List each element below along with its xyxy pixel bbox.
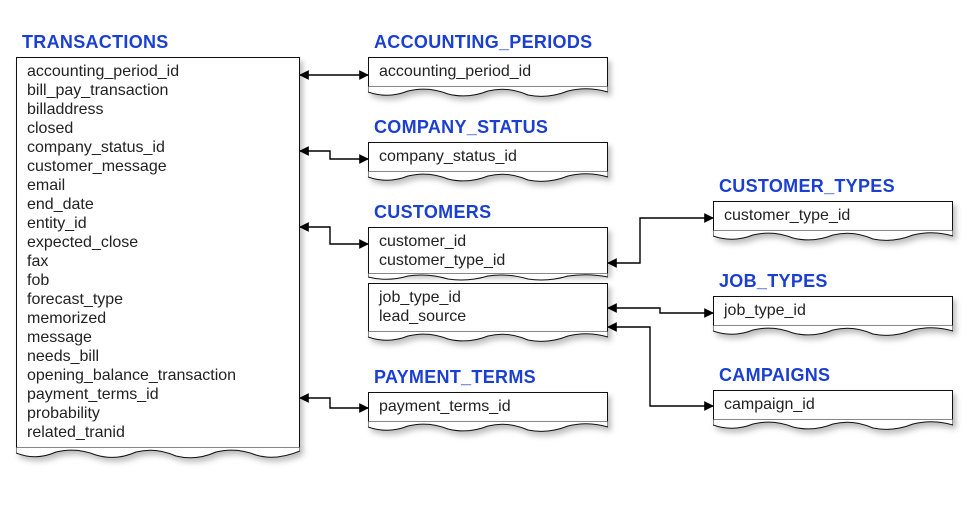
column-list: accounting_period_id bbox=[368, 57, 608, 87]
column-item: fob bbox=[27, 271, 289, 290]
table-payment-terms: PAYMENT_TERMS payment_terms_id bbox=[368, 365, 608, 435]
torn-edge-icon bbox=[368, 331, 608, 345]
table-title: CUSTOMERS bbox=[368, 200, 608, 227]
column-item: job_type_id bbox=[724, 301, 942, 320]
column-item: accounting_period_id bbox=[379, 62, 597, 81]
table-transactions: TRANSACTIONS accounting_period_id bill_p… bbox=[16, 30, 300, 461]
column-item: lead_source bbox=[379, 307, 597, 326]
torn-edge-icon bbox=[368, 86, 608, 100]
table-company-status: COMPANY_STATUS company_status_id bbox=[368, 115, 608, 185]
column-item: customer_message bbox=[27, 157, 289, 176]
column-item: end_date bbox=[27, 195, 289, 214]
column-list: payment_terms_id bbox=[368, 392, 608, 422]
column-item: payment_terms_id bbox=[27, 385, 289, 404]
column-list: customer_id customer_type_id bbox=[368, 227, 608, 274]
column-item: closed bbox=[27, 119, 289, 138]
table-campaigns: CAMPAIGNS campaign_id bbox=[713, 363, 953, 433]
column-item: memorized bbox=[27, 309, 289, 328]
column-item: entity_id bbox=[27, 214, 289, 233]
torn-edge-icon bbox=[713, 419, 953, 433]
table-title: PAYMENT_TERMS bbox=[368, 365, 608, 392]
column-item: job_type_id bbox=[379, 288, 597, 307]
table-title: CAMPAIGNS bbox=[713, 363, 953, 390]
table-title: COMPANY_STATUS bbox=[368, 115, 608, 142]
column-item: customer_type_id bbox=[724, 206, 942, 225]
column-item: forecast_type bbox=[27, 290, 289, 309]
table-title: JOB_TYPES bbox=[713, 269, 953, 296]
table-customer-types: CUSTOMER_TYPES customer_type_id bbox=[713, 174, 953, 244]
column-item: message bbox=[27, 328, 289, 347]
column-item: customer_id bbox=[379, 232, 597, 251]
column-item: payment_terms_id bbox=[379, 397, 597, 416]
column-item: bill_pay_transaction bbox=[27, 81, 289, 100]
torn-edge-icon bbox=[368, 421, 608, 435]
column-item: fax bbox=[27, 252, 289, 271]
table-customers: CUSTOMERS customer_id customer_type_id j… bbox=[368, 200, 608, 345]
table-accounting-periods: ACCOUNTING_PERIODS accounting_period_id bbox=[368, 30, 608, 100]
column-item: expected_close bbox=[27, 233, 289, 252]
torn-edge-icon bbox=[713, 230, 953, 244]
column-list: campaign_id bbox=[713, 390, 953, 420]
column-list: company_status_id bbox=[368, 142, 608, 172]
column-item: needs_bill bbox=[27, 347, 289, 366]
table-title: ACCOUNTING_PERIODS bbox=[368, 30, 608, 57]
table-title: TRANSACTIONS bbox=[16, 30, 300, 57]
column-item: accounting_period_id bbox=[27, 62, 289, 81]
torn-edge-icon bbox=[16, 447, 300, 461]
column-item: company_status_id bbox=[379, 147, 597, 166]
table-title: CUSTOMER_TYPES bbox=[713, 174, 953, 201]
column-list: job_type_id bbox=[713, 296, 953, 326]
column-item: campaign_id bbox=[724, 395, 942, 414]
column-item: related_tranid bbox=[27, 423, 289, 442]
column-item: company_status_id bbox=[27, 138, 289, 157]
table-job-types: JOB_TYPES job_type_id bbox=[713, 269, 953, 339]
torn-edge-icon bbox=[368, 171, 608, 185]
torn-edge-icon bbox=[713, 325, 953, 339]
column-item: customer_type_id bbox=[379, 251, 597, 270]
torn-edge-icon bbox=[368, 273, 608, 283]
column-list: accounting_period_id bill_pay_transactio… bbox=[16, 57, 300, 448]
column-list: job_type_id lead_source bbox=[368, 283, 608, 332]
column-item: probability bbox=[27, 404, 289, 423]
column-item: billaddress bbox=[27, 100, 289, 119]
column-item: opening_balance_transaction bbox=[27, 366, 289, 385]
column-item: email bbox=[27, 176, 289, 195]
column-list: customer_type_id bbox=[713, 201, 953, 231]
